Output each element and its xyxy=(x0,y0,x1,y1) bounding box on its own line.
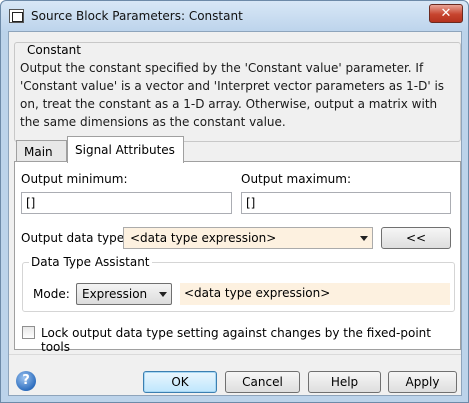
output-data-type-value: <data type expression> xyxy=(130,231,277,245)
chevron-down-icon xyxy=(159,292,167,297)
output-minimum-label: Output minimum: xyxy=(21,172,128,186)
ok-button[interactable]: OK xyxy=(143,371,217,393)
tab-signal-attributes-label: Signal Attributes xyxy=(75,143,175,157)
mode-label: Mode: xyxy=(33,287,70,301)
tab-main[interactable]: Main xyxy=(16,140,67,162)
help-icon[interactable]: ? xyxy=(16,371,36,391)
data-type-assistant-group: Data Type Assistant Mode: Expression <da… xyxy=(22,255,455,312)
output-data-type-label: Output data type: xyxy=(21,231,129,245)
signal-attributes-panel: Output minimum: [] Output maximum: [] Ou… xyxy=(14,161,461,354)
hide-data-type-assistant-button[interactable]: << xyxy=(381,227,451,249)
dialog-window: Source Block Parameters: Constant ✕ Cons… xyxy=(0,0,469,403)
output-data-type-dropdown[interactable]: <data type expression> xyxy=(123,227,373,249)
output-maximum-label: Output maximum: xyxy=(241,172,352,186)
dialog-client-area: Constant Output the constant specified b… xyxy=(8,31,462,396)
output-maximum-field[interactable]: [] xyxy=(241,192,451,214)
lock-data-type-checkbox[interactable] xyxy=(22,326,35,339)
lock-data-type-label: Lock output data type setting against ch… xyxy=(41,326,431,354)
title-bar[interactable]: Source Block Parameters: Constant ✕ xyxy=(1,1,468,31)
block-description: Output the constant specified by the 'Co… xyxy=(20,61,445,129)
tab-main-label: Main xyxy=(24,145,53,159)
output-minimum-field[interactable]: [] xyxy=(21,192,232,214)
footer-divider xyxy=(9,354,461,355)
group-title: Constant xyxy=(25,43,83,57)
chevron-down-icon xyxy=(360,236,368,241)
tab-signal-attributes[interactable]: Signal Attributes xyxy=(67,136,184,163)
data-type-expression-field[interactable]: <data type expression> xyxy=(180,283,450,305)
cancel-button[interactable]: Cancel xyxy=(225,371,300,393)
mode-select[interactable]: Expression xyxy=(76,283,172,305)
data-type-assistant-title: Data Type Assistant xyxy=(29,255,152,269)
help-button[interactable]: Help xyxy=(308,371,381,393)
mode-select-value: Expression xyxy=(82,287,148,301)
window-title: Source Block Parameters: Constant xyxy=(31,9,243,23)
apply-button[interactable]: Apply xyxy=(388,371,457,393)
simulink-block-icon xyxy=(9,9,24,23)
close-button[interactable]: ✕ xyxy=(429,4,463,23)
